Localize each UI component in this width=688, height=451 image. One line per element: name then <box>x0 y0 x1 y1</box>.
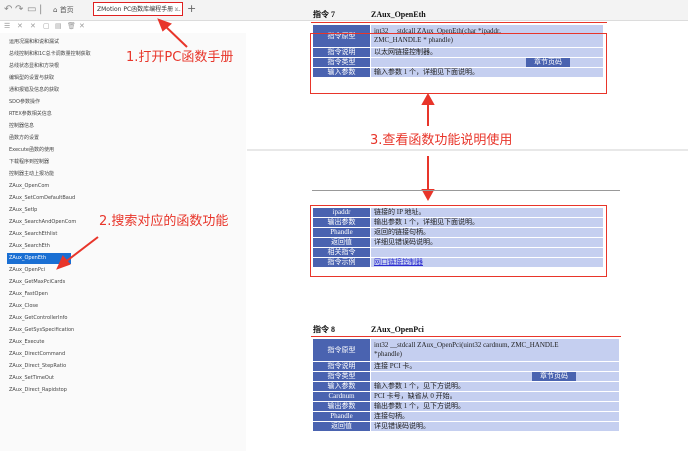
table-key: 指令类型 <box>313 372 371 382</box>
arrow-head-step2 <box>58 257 69 268</box>
table-row: Cardnum PCI 卡号，缺省从 0 开始。 <box>313 392 620 402</box>
doc-rule <box>312 190 620 191</box>
table-value: 连接句柄。 <box>371 412 620 422</box>
table-row: 返回值 详见错误码说明。 <box>313 422 620 432</box>
arrow-head-step3-up <box>423 95 433 104</box>
table-key: 输入参数 <box>313 382 371 392</box>
arrow-head-step3-down <box>423 190 433 199</box>
table-row: 指令说明 连接 PCI 卡。 <box>313 362 620 372</box>
arrow-step2 <box>64 237 98 263</box>
table-row: 指令类型 章节页码 <box>313 372 620 382</box>
table-key: 指令说明 <box>313 362 371 372</box>
table-row: 输入参数 输入参数 1 个，见下方说明。 <box>313 382 620 392</box>
instr7-number: 指令 7 <box>313 10 335 20</box>
table-row: 输出参数 输出参数 1 个，见下方说明。 <box>313 402 620 412</box>
table-key: 指令原型 <box>313 339 371 362</box>
page-separator <box>247 149 688 151</box>
table-value-line: *phandle) <box>374 350 616 359</box>
title-underline <box>311 336 621 337</box>
table-value-line: int32 __stdcall ZAux_OpenPci(uint32 card… <box>374 341 616 350</box>
table-row: 指令原型 int32 __stdcall ZAux_OpenPci(uint32… <box>313 339 620 362</box>
instr8-name: ZAux_OpenPci <box>371 325 424 335</box>
table-value: 输入参数 1 个，见下方说明。 <box>371 382 620 392</box>
table-row: Phandle 连接句柄。 <box>313 412 620 422</box>
table-key: Cardnum <box>313 392 371 402</box>
page-number-button[interactable]: 章节页码 <box>532 372 576 381</box>
table-value: PCI 卡号，缺省从 0 开始。 <box>371 392 620 402</box>
table-value: 输出参数 1 个，见下方说明。 <box>371 402 620 412</box>
instr8-number: 指令 8 <box>313 325 335 335</box>
title-underline <box>311 22 607 23</box>
table-value: int32 __stdcall ZAux_OpenPci(uint32 card… <box>371 339 620 362</box>
table-key: 输出参数 <box>313 402 371 412</box>
highlight-box-top <box>310 33 607 94</box>
table-value: 详见错误码说明。 <box>371 422 620 432</box>
highlight-box-bottom <box>310 205 607 277</box>
table-key: 返回值 <box>313 422 371 432</box>
instr7-name: ZAux_OpenEth <box>371 10 426 20</box>
table-key: Phandle <box>313 412 371 422</box>
table-value: 章节页码 <box>371 372 620 382</box>
instr8-table: 指令原型 int32 __stdcall ZAux_OpenPci(uint32… <box>312 338 620 432</box>
table-value: 连接 PCI 卡。 <box>371 362 620 372</box>
